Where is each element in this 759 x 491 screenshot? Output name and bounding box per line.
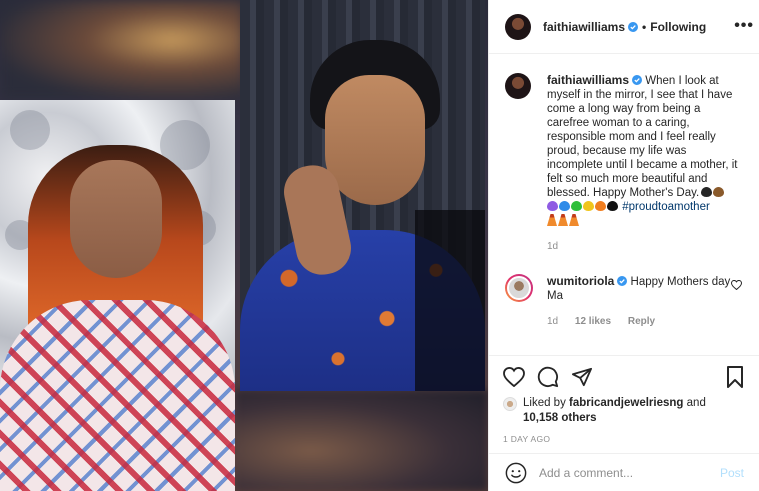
comment-meta: 1d 12 likes Reply	[547, 315, 744, 329]
liker-avatar[interactable]	[503, 397, 517, 411]
liker-username[interactable]: fabricandjewelriesng	[569, 397, 683, 409]
separator-dot: •	[642, 19, 647, 34]
yellow-heart-icon	[583, 201, 594, 211]
avatar[interactable]	[505, 13, 531, 40]
like-comment-heart-icon[interactable]	[731, 280, 742, 290]
reply-button[interactable]: Reply	[628, 316, 655, 327]
more-options-icon[interactable]: •••	[734, 18, 754, 34]
author-username[interactable]: faithiawilliams	[543, 20, 625, 34]
blue-heart-icon	[559, 201, 570, 211]
background-blur	[235, 390, 488, 491]
hashtag-link[interactable]: #proudtoamother	[622, 201, 710, 213]
face	[70, 160, 162, 278]
comment-input[interactable]	[539, 465, 720, 480]
caption: faithiawilliams When I look at myself in…	[505, 73, 744, 254]
caption-age[interactable]: 1d	[547, 241, 558, 252]
add-comment-bar: Post	[489, 453, 759, 491]
avatar[interactable]	[505, 274, 533, 302]
following-button[interactable]: Following	[650, 20, 706, 34]
comment-age[interactable]: 1d	[547, 316, 558, 327]
bookmark-icon[interactable]	[726, 366, 744, 388]
post-media[interactable]	[0, 0, 488, 491]
like-heart-icon[interactable]	[503, 367, 525, 387]
verified-icon	[628, 21, 639, 32]
green-heart-icon	[571, 201, 582, 211]
brown-heart-icon	[713, 187, 725, 197]
purple-heart-icon	[547, 201, 558, 211]
black-heart-icon	[701, 187, 713, 197]
comment-author[interactable]: wumitoriola	[547, 274, 614, 288]
background-blur	[0, 0, 245, 100]
caption-author[interactable]: faithiawilliams	[547, 73, 629, 87]
share-icon[interactable]	[571, 367, 593, 387]
dress-icon	[558, 214, 568, 226]
black-heart-icon	[607, 201, 618, 211]
likes-count[interactable]: 10,158 others	[523, 412, 597, 424]
post-button[interactable]: Post	[720, 466, 744, 480]
liked-by-joiner: and	[686, 397, 706, 409]
photo-right	[240, 0, 485, 391]
emoji-icon[interactable]	[505, 462, 527, 484]
liked-by: Liked by fabricandjewelriesng and 10,158…	[503, 396, 744, 426]
face	[325, 75, 425, 205]
avatar[interactable]	[505, 73, 531, 99]
liked-by-prefix: Liked by	[523, 397, 566, 409]
comments-list: faithiawilliams When I look at myself in…	[489, 55, 759, 355]
photo-left	[0, 100, 235, 491]
dress	[0, 300, 235, 491]
comment: wumitoriola Happy Mothers day Ma 1d 12 l…	[505, 274, 744, 329]
caption-text: When I look at myself in the mirror, I s…	[547, 75, 738, 199]
post-sidebar: faithiawilliams • Following ••• faithiaw…	[488, 0, 759, 491]
action-icons	[503, 364, 744, 390]
caption-meta: 1d	[547, 240, 744, 254]
verified-icon	[632, 75, 643, 85]
orange-heart-icon	[595, 201, 606, 211]
comment-likes[interactable]: 12 likes	[575, 316, 611, 327]
post-header: faithiawilliams • Following •••	[489, 0, 759, 54]
comment-icon[interactable]	[537, 366, 559, 388]
post-timestamp[interactable]: 1 DAY AGO	[503, 434, 744, 444]
dress-icon	[547, 214, 557, 226]
dress-icon	[569, 214, 579, 226]
sheer-sleeve	[415, 210, 485, 391]
verified-icon	[617, 276, 628, 286]
post-actions: Liked by fabricandjewelriesng and 10,158…	[489, 355, 759, 444]
